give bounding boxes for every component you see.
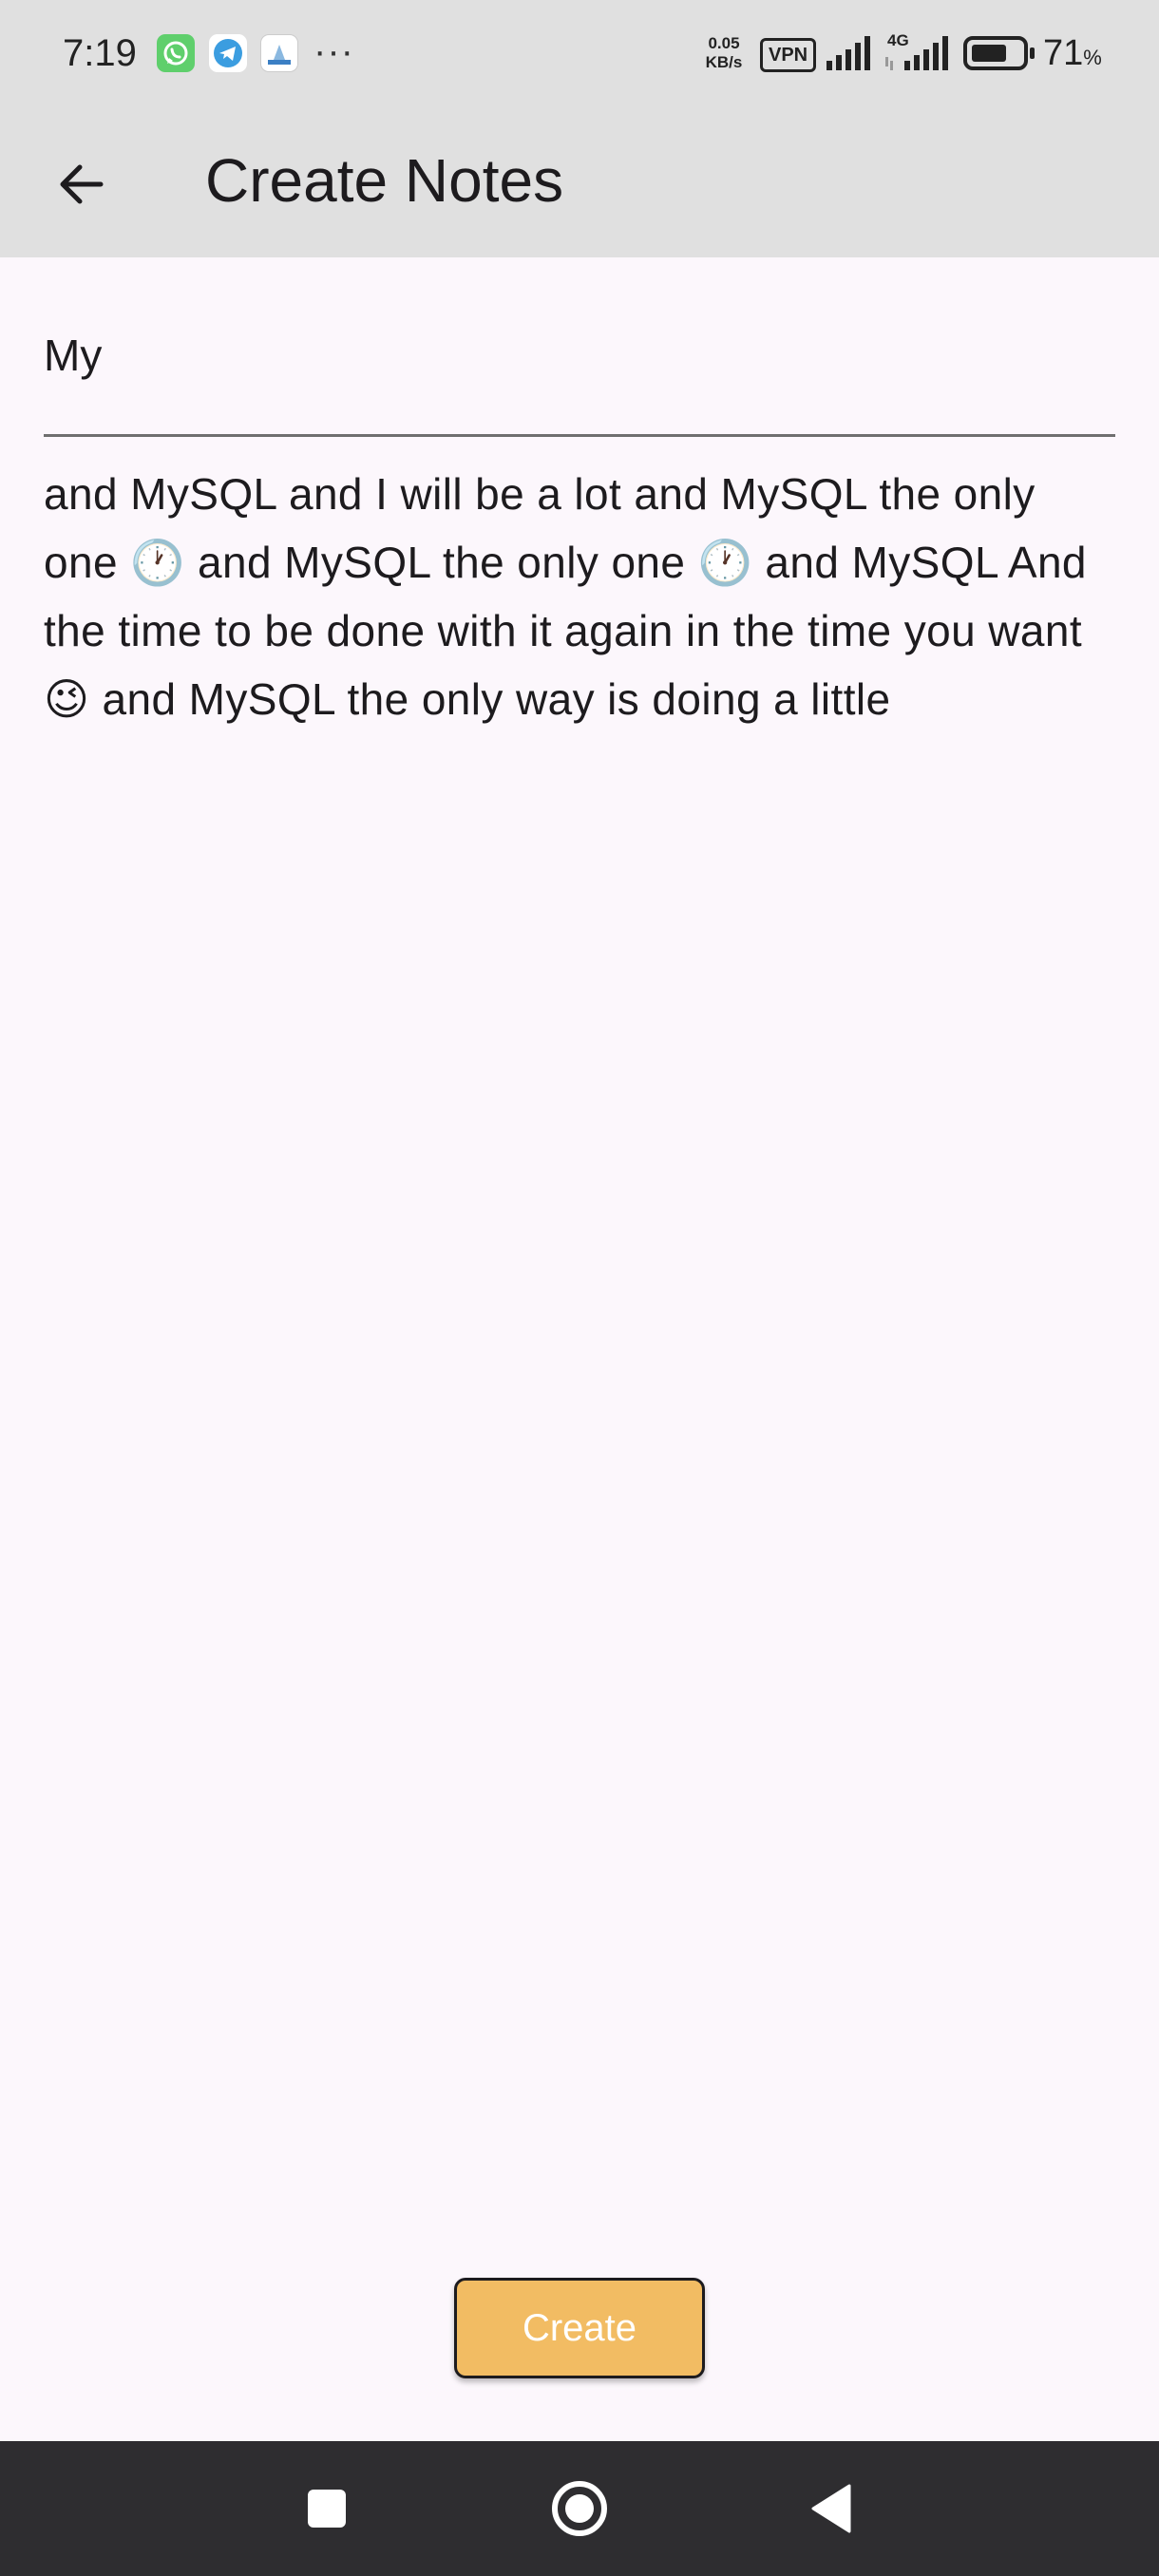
more-notifications-icon: ··· [314, 30, 354, 72]
recents-button[interactable] [284, 2466, 370, 2551]
network-speed-unit: KB/s [705, 53, 743, 71]
network-speed: 0.05 KB/s [699, 34, 749, 72]
recents-square-icon [308, 2490, 346, 2528]
home-circle-icon [552, 2481, 607, 2536]
arrow-left-icon [60, 164, 104, 204]
battery-percent: 71% [1043, 28, 1102, 83]
network-speed-value: 0.05 [708, 34, 740, 52]
signal-strength-4g-icon [885, 36, 948, 70]
battery-percent-value: 71 [1043, 33, 1084, 73]
signal-strength-icon [826, 36, 870, 70]
whatsapp-icon [157, 34, 195, 72]
note-title-input[interactable] [44, 313, 1115, 437]
system-back-button[interactable] [788, 2466, 874, 2551]
note-body-input[interactable]: and MySQL and I will be a lot and MySQL … [44, 460, 1121, 733]
status-time: 7:19 [63, 32, 137, 74]
top-area: 7:19 ··· 0.05 KB/s VPN 4G 71% Create Not… [0, 0, 1159, 257]
telegram-icon [209, 34, 247, 72]
battery-icon [963, 36, 1035, 70]
page-title: Create Notes [205, 146, 564, 215]
vpn-badge: VPN [760, 38, 817, 72]
back-triangle-icon [811, 2484, 851, 2533]
back-button[interactable] [38, 142, 122, 226]
home-button[interactable] [537, 2466, 622, 2551]
system-nav-bar [0, 2441, 1159, 2576]
create-button[interactable]: Create [454, 2278, 705, 2378]
status-bar: 7:19 ··· 0.05 KB/s VPN 4G 71% [0, 0, 1159, 104]
battery-percent-unit: % [1083, 46, 1102, 69]
app-bar: Create Notes [0, 104, 1159, 257]
app-notification-icon [260, 34, 298, 72]
